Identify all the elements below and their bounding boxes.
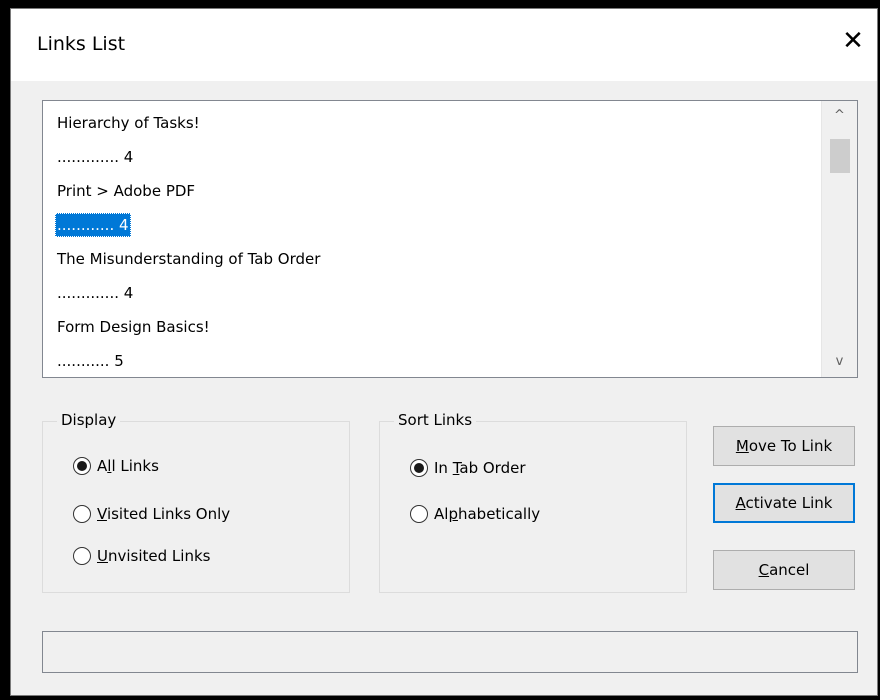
move-to-link-button[interactable]: Move To Link (713, 426, 855, 466)
vertical-scrollbar[interactable]: ^ v (821, 101, 857, 377)
sort-links-group-label: Sort Links (394, 411, 477, 429)
radio-button-checked[interactable] (73, 457, 91, 475)
label-text: isited Links Only (106, 505, 231, 523)
chevron-up-icon[interactable]: ^ (822, 101, 857, 131)
access-key: V (97, 505, 107, 523)
radio-label: All Links (97, 457, 159, 475)
access-key: p (448, 505, 458, 523)
list-item[interactable]: The Misunderstanding of Tab Order (55, 247, 322, 271)
title-bar: Links List ✕ (11, 9, 877, 81)
button-label: Move To Link (736, 437, 832, 455)
list-item[interactable]: Print > Adobe PDF (55, 179, 197, 203)
list-item[interactable]: ........... 5 (55, 349, 126, 373)
label-text: ancel (769, 561, 810, 579)
radio-visited-links-only[interactable]: Visited Links Only (73, 502, 230, 526)
access-key: A (735, 494, 746, 512)
label-text: ctivate Link (745, 494, 833, 512)
display-group: Display All Links Visited Links Only Unv… (42, 411, 350, 593)
status-bar (42, 631, 858, 673)
activate-link-button[interactable]: Activate Link (713, 483, 855, 523)
scrollbar-thumb[interactable] (830, 139, 850, 173)
button-label: Cancel (759, 561, 810, 579)
list-item-selected[interactable]: ............ 4 (55, 213, 131, 237)
label-text: A (97, 457, 108, 475)
radio-all-links[interactable]: All Links (73, 454, 159, 478)
dialog-title: Links List (37, 33, 126, 55)
label-text: ab Order (459, 459, 526, 477)
label-text: ove To Link (748, 437, 833, 455)
chevron-down-icon[interactable]: v (822, 347, 857, 377)
radio-button-checked[interactable] (410, 459, 428, 477)
cancel-button[interactable]: Cancel (713, 550, 855, 590)
label-text: nvisited Links (107, 547, 211, 565)
radio-in-tab-order[interactable]: In Tab Order (410, 456, 526, 480)
close-icon[interactable]: ✕ (835, 23, 871, 59)
radio-unvisited-links[interactable]: Unvisited Links (73, 544, 210, 568)
label-text: In (434, 459, 453, 477)
label-text: l Links (111, 457, 159, 475)
radio-button[interactable] (73, 547, 91, 565)
label-text: Al (434, 505, 449, 523)
list-item[interactable]: Form Design Basics! (55, 315, 212, 339)
display-group-label: Display (57, 411, 121, 429)
list-item[interactable]: ............. 4 (55, 281, 135, 305)
sort-links-group: Sort Links In Tab Order Alphabetically (379, 411, 687, 593)
links-list-items: Hierarchy of Tasks! ............. 4 Prin… (43, 101, 820, 377)
radio-label: Alphabetically (434, 505, 540, 523)
links-listbox[interactable]: Hierarchy of Tasks! ............. 4 Prin… (42, 100, 858, 378)
access-key: M (735, 437, 749, 455)
radio-label: Visited Links Only (97, 505, 230, 523)
radio-button[interactable] (410, 505, 428, 523)
list-item[interactable]: Hierarchy of Tasks! (55, 111, 202, 135)
list-item[interactable]: ............. 4 (55, 145, 135, 169)
access-key: C (758, 561, 770, 579)
radio-alphabetically[interactable]: Alphabetically (410, 502, 540, 526)
radio-label: In Tab Order (434, 459, 526, 477)
access-key: U (97, 547, 108, 565)
radio-label: Unvisited Links (97, 547, 210, 565)
radio-button[interactable] (73, 505, 91, 523)
links-list-dialog: Links List ✕ Hierarchy of Tasks! .......… (10, 8, 878, 696)
button-label: Activate Link (736, 494, 833, 512)
label-text: habetically (457, 505, 541, 523)
